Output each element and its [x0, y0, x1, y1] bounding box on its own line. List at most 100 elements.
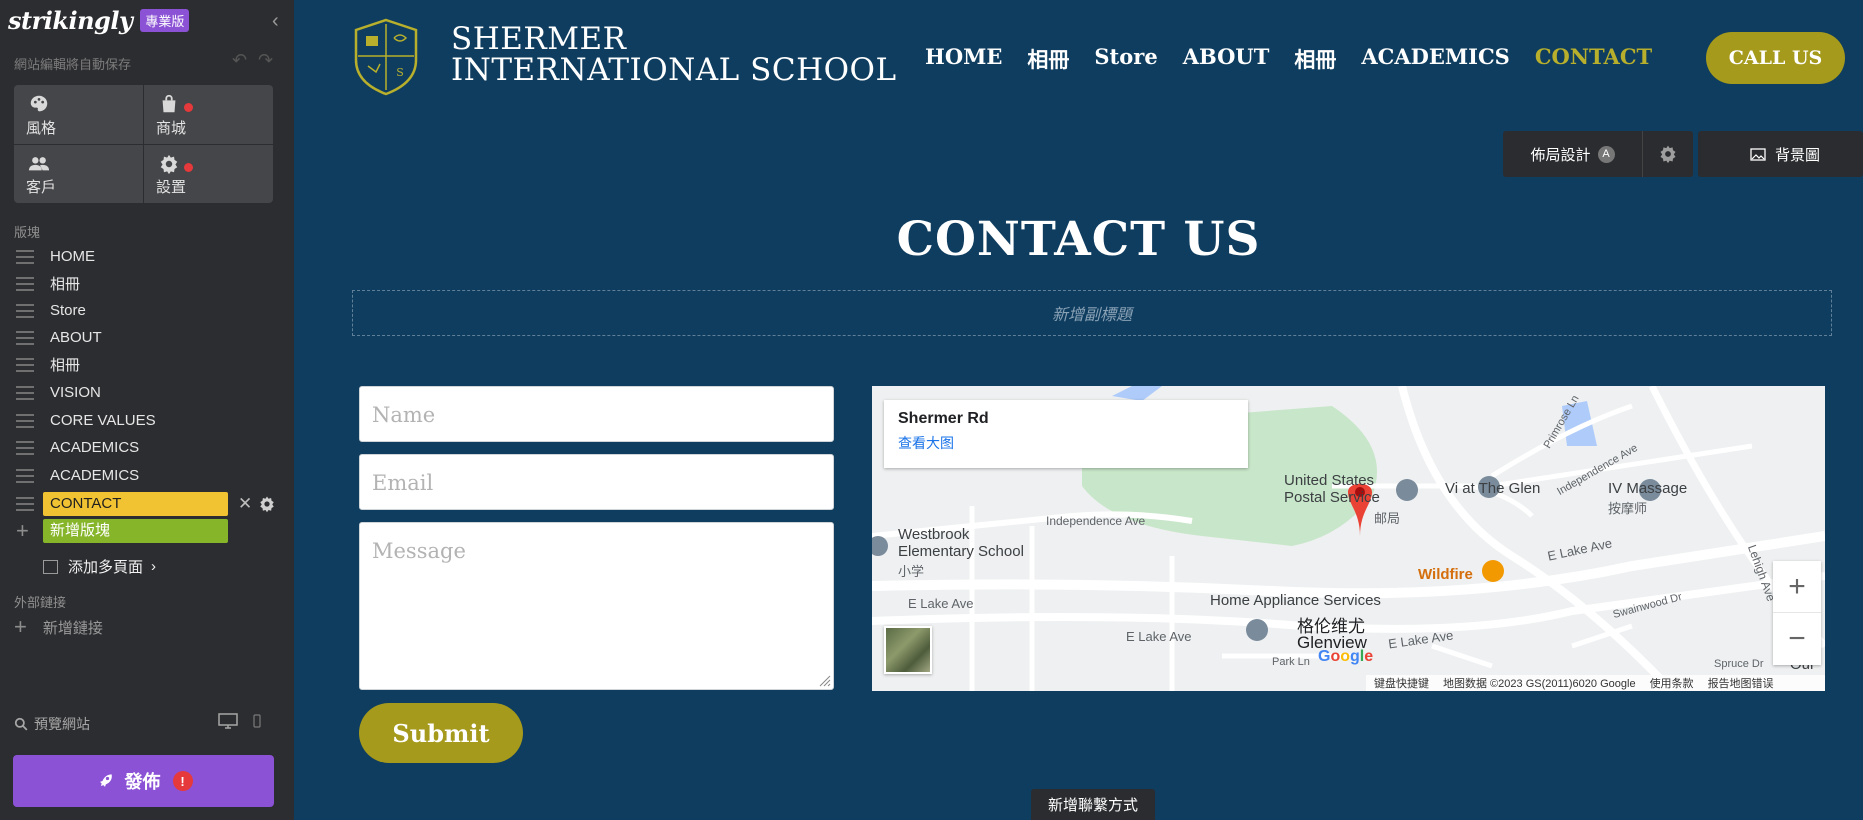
map-label: Independence Ave	[1046, 514, 1146, 528]
section-item-album[interactable]: 相冊	[0, 270, 294, 297]
add-multi-page-button[interactable]: 添加多頁面 ›	[43, 556, 156, 577]
terms-link[interactable]: 使用条款	[1650, 675, 1694, 691]
map-footer: 键盘快捷键 地图数据 ©2023 GS(2011)6020 Google 使用条…	[1366, 675, 1825, 691]
section-item-core-values[interactable]: CORE VALUES	[0, 407, 294, 434]
map-label: E Lake Ave	[1126, 629, 1192, 644]
nav-contact[interactable]: CONTACT	[1535, 44, 1652, 74]
map-label: 按摩师	[1608, 501, 1648, 516]
shopping-bag-icon	[162, 94, 176, 113]
customers-tile[interactable]: 客戶	[14, 144, 143, 203]
preview-site-button[interactable]: 預覽網站	[14, 714, 90, 734]
report-error-link[interactable]: 报告地图错误	[1708, 675, 1774, 691]
satellite-toggle[interactable]	[884, 626, 932, 674]
nav-home[interactable]: HOME	[925, 44, 1002, 74]
school-name-line2: INTERNATIONAL SCHOOL	[451, 52, 897, 88]
section-item-label: HOME	[50, 248, 95, 265]
name-field[interactable]: Name	[359, 386, 834, 442]
drag-handle-icon[interactable]	[16, 303, 34, 318]
drag-handle-icon[interactable]	[16, 496, 34, 511]
settings-tile[interactable]: 設置	[144, 144, 273, 203]
store-tile[interactable]: 商城	[144, 85, 273, 144]
message-field[interactable]: Message	[359, 522, 834, 690]
collapse-sidebar-icon[interactable]: ‹	[272, 10, 279, 33]
add-contact-info-button[interactable]: 新增聯繫方式	[1031, 789, 1155, 820]
redo-icon[interactable]: ↷	[258, 50, 273, 71]
plus-icon[interactable]: +	[16, 518, 29, 544]
add-link-label: 新增鏈接	[42, 619, 103, 637]
section-item-about[interactable]: ABOUT	[0, 324, 294, 351]
delete-section-icon[interactable]: ✕	[238, 494, 252, 514]
add-link-button[interactable]: + 新增鏈接	[14, 614, 103, 640]
section-item-contact[interactable]: CONTACT ✕	[0, 490, 294, 517]
add-section-row: + 新增版塊	[14, 518, 273, 543]
map-label: Wildfire	[1418, 566, 1473, 583]
drag-handle-icon[interactable]	[16, 276, 34, 291]
contact-title[interactable]: CONTACT US	[294, 212, 1863, 267]
zoom-out-button[interactable]: −	[1773, 613, 1821, 665]
add-section-button[interactable]: 新增版塊	[43, 518, 228, 543]
drag-handle-icon[interactable]	[16, 468, 34, 483]
section-item-store[interactable]: Store	[0, 297, 294, 324]
email-field[interactable]: Email	[359, 454, 834, 510]
submit-button[interactable]: Submit	[359, 703, 523, 763]
map-label: 小学	[898, 564, 925, 579]
section-item-academics-2[interactable]: ACADEMICS	[0, 462, 294, 489]
section-item-label: ABOUT	[50, 329, 102, 346]
editor-header: strikingly 專業版	[8, 6, 190, 35]
drag-handle-icon[interactable]	[16, 249, 34, 264]
zoom-in-button[interactable]: +	[1773, 561, 1821, 613]
drag-handle-icon[interactable]	[16, 413, 34, 428]
strikingly-logo: strikingly	[8, 6, 133, 35]
nav-store[interactable]: Store	[1094, 44, 1157, 74]
map-label: IV Massage	[1608, 480, 1688, 497]
nav-academics[interactable]: ACADEMICS	[1361, 44, 1509, 74]
section-item-label: CORE VALUES	[50, 412, 156, 429]
drag-handle-icon[interactable]	[16, 385, 34, 400]
google-map[interactable]: Shermer Rd 查看大图 United States Postal Ser…	[872, 386, 1825, 691]
rocket-icon	[99, 774, 112, 787]
school-crest-logo: S	[354, 18, 418, 96]
message-placeholder: Message	[372, 539, 466, 563]
settings-notification-dot	[184, 162, 193, 172]
section-item-album-2[interactable]: 相冊	[0, 351, 294, 378]
background-image-button[interactable]: 背景圖	[1698, 131, 1863, 177]
resize-grip-icon[interactable]	[817, 673, 831, 687]
add-subtitle-field[interactable]: 新增副標題	[352, 290, 1832, 336]
nav-about[interactable]: ABOUT	[1183, 44, 1270, 74]
desktop-icon[interactable]	[218, 713, 238, 729]
section-settings-icon[interactable]	[258, 495, 276, 513]
palette-icon	[30, 95, 48, 112]
device-toggle	[218, 713, 262, 729]
people-icon	[28, 156, 50, 170]
keyboard-shortcuts-link[interactable]: 键盘快捷键	[1374, 675, 1429, 691]
publish-button[interactable]: 發佈 !	[13, 755, 274, 807]
map-label: Westbrook	[898, 526, 970, 543]
drag-handle-icon[interactable]	[16, 330, 34, 345]
map-place-card: Shermer Rd 查看大图	[884, 400, 1248, 468]
layout-design-main[interactable]: 佈局設計 A	[1503, 131, 1643, 177]
section-item-home[interactable]: HOME	[0, 243, 294, 270]
section-item-label: 相冊	[50, 276, 81, 293]
view-larger-map-link[interactable]: 查看大图	[898, 433, 1234, 453]
mobile-icon[interactable]	[252, 713, 262, 729]
section-item-vision[interactable]: VISION	[0, 379, 294, 406]
nav-album[interactable]: 相冊	[1027, 44, 1069, 74]
pages-icon	[43, 559, 58, 574]
section-settings-button[interactable]	[1643, 131, 1693, 177]
map-label: E Lake Ave	[908, 596, 974, 611]
layout-design-button: 佈局設計 A	[1503, 131, 1693, 177]
section-item-academics[interactable]: ACADEMICS	[0, 434, 294, 461]
gear-icon	[1660, 145, 1676, 164]
nav-album-2[interactable]: 相冊	[1294, 44, 1336, 74]
call-us-button[interactable]: CALL US	[1706, 32, 1845, 84]
section-item-label: VISION	[50, 384, 101, 401]
section-item-label: Store	[50, 302, 86, 319]
drag-handle-icon[interactable]	[16, 440, 34, 455]
style-tile-label: 風格	[26, 119, 57, 137]
preview-site-label: 預覽網站	[34, 716, 90, 732]
drag-handle-icon[interactable]	[16, 357, 34, 372]
style-tile[interactable]: 風格	[14, 85, 143, 144]
image-icon	[1750, 147, 1766, 161]
undo-icon[interactable]: ↶	[232, 50, 247, 71]
gear-icon	[160, 154, 178, 174]
